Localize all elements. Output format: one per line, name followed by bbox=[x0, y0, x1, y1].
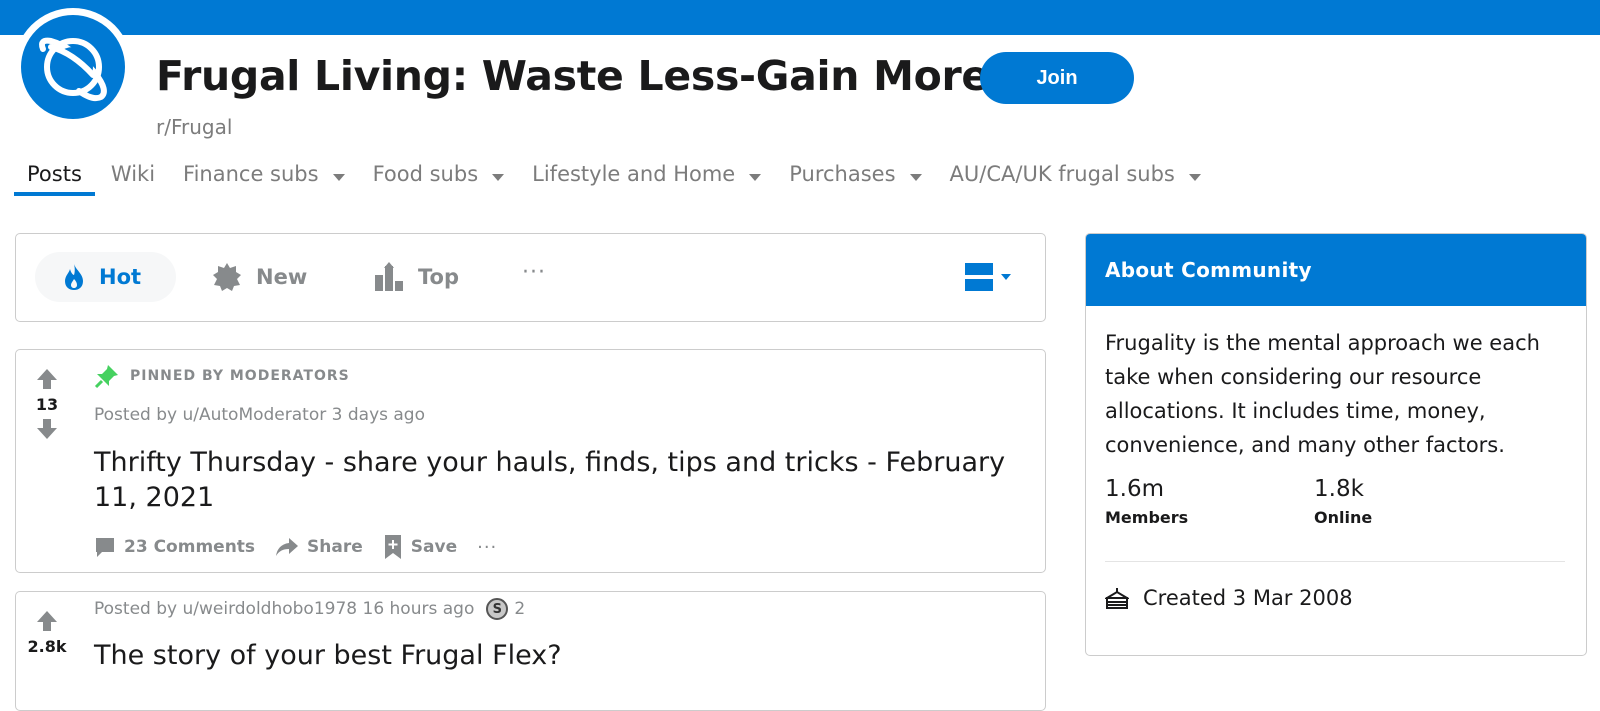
share-button[interactable]: Share bbox=[275, 536, 363, 558]
vote-count: 2.8k bbox=[27, 637, 67, 656]
subreddit-name: r/Frugal bbox=[156, 115, 233, 139]
share-icon bbox=[276, 538, 299, 556]
created-label: Created 3 Mar 2008 bbox=[1143, 586, 1353, 610]
chevron-down-icon bbox=[332, 174, 345, 181]
comments-button[interactable]: 23 Comments bbox=[94, 536, 255, 558]
upvote-icon[interactable] bbox=[36, 368, 58, 390]
bookmark-icon bbox=[384, 535, 401, 559]
tab-food-subs[interactable]: Food subs bbox=[359, 158, 519, 196]
online-label: Online bbox=[1314, 508, 1373, 527]
sort-new-button[interactable]: New bbox=[212, 252, 307, 302]
created-date: Created 3 Mar 2008 bbox=[1105, 586, 1353, 610]
sort-hot-label: Hot bbox=[99, 265, 142, 289]
flame-icon bbox=[65, 264, 83, 290]
tab-label: AU/CA/UK frugal subs bbox=[949, 162, 1175, 186]
post-actions: 23 Comments Share Save ··· bbox=[94, 534, 497, 560]
tab-label: Food subs bbox=[372, 162, 479, 186]
view-layout-button[interactable] bbox=[965, 263, 1011, 291]
sort-new-label: New bbox=[256, 265, 308, 289]
cake-icon bbox=[1105, 588, 1129, 609]
tab-label: Purchases bbox=[789, 162, 896, 186]
tab-purchases[interactable]: Purchases bbox=[775, 158, 935, 196]
vote-count: 13 bbox=[35, 395, 59, 414]
online-stat: 1.8k Online bbox=[1314, 476, 1372, 527]
post-title[interactable]: Thrifty Thursday - share your hauls, fin… bbox=[94, 445, 1014, 515]
chevron-down-icon bbox=[749, 174, 762, 181]
pinned-indicator: PINNED BY MODERATORS bbox=[94, 363, 350, 389]
tab-lifestyle-and-home[interactable]: Lifestyle and Home bbox=[518, 158, 775, 196]
about-header: About Community bbox=[1086, 234, 1586, 306]
silver-award-icon: S bbox=[486, 598, 509, 620]
page-title: Frugal Living: Waste Less-Gain More! bbox=[156, 52, 1008, 100]
join-button[interactable]: Join bbox=[980, 52, 1134, 104]
members-count: 1.6m bbox=[1105, 476, 1164, 502]
downvote-icon[interactable] bbox=[36, 418, 58, 440]
sort-hot-button[interactable]: Hot bbox=[35, 252, 176, 302]
divider bbox=[1105, 561, 1565, 562]
subreddit-banner bbox=[0, 0, 1600, 35]
post-meta: Posted by u/weirdoldhobo1978 16 hours ag… bbox=[94, 598, 525, 620]
online-count: 1.8k bbox=[1314, 476, 1364, 502]
chevron-down-icon bbox=[1001, 274, 1011, 280]
about-community-widget: About Community Frugality is the mental … bbox=[1085, 233, 1587, 656]
posted-by[interactable]: Posted by u/weirdoldhobo1978 16 hours ag… bbox=[94, 599, 474, 619]
members-stat: 1.6m Members bbox=[1105, 476, 1188, 527]
more-options-icon[interactable]: ··· bbox=[477, 537, 497, 558]
chevron-down-icon bbox=[909, 174, 922, 181]
vote-column: 2.8k bbox=[16, 610, 78, 660]
tab-label: Wiki bbox=[110, 162, 156, 186]
tab-posts[interactable]: Posts bbox=[14, 158, 95, 196]
sort-bar: Hot New Top ··· bbox=[15, 233, 1046, 322]
save-label: Save bbox=[410, 537, 458, 557]
bar-chart-icon bbox=[375, 262, 403, 291]
subreddit-nav: Posts Wiki Finance subs Food subs Lifest… bbox=[14, 158, 1215, 198]
upvote-icon[interactable] bbox=[36, 610, 58, 632]
post-card[interactable]: 2.8k Posted by u/weirdoldhobo1978 16 hou… bbox=[15, 591, 1046, 711]
chevron-down-icon bbox=[1188, 174, 1201, 181]
award-badge[interactable]: S 2 bbox=[486, 598, 525, 620]
tab-frugal-subs-regional[interactable]: AU/CA/UK frugal subs bbox=[936, 158, 1215, 196]
tab-finance-subs[interactable]: Finance subs bbox=[169, 158, 359, 196]
pin-icon bbox=[94, 365, 118, 389]
comment-icon bbox=[96, 538, 114, 557]
more-options-icon[interactable]: ··· bbox=[522, 260, 546, 285]
share-label: Share bbox=[307, 537, 363, 557]
post-meta[interactable]: Posted by u/AutoModerator 3 days ago bbox=[94, 405, 425, 425]
tab-label: Posts bbox=[27, 162, 82, 186]
planet-icon bbox=[21, 15, 125, 119]
members-label: Members bbox=[1105, 508, 1189, 527]
chevron-down-icon bbox=[492, 174, 505, 181]
community-description: Frugality is the mental approach we each… bbox=[1105, 331, 1540, 457]
post-card[interactable]: 13 PINNED BY MODERATORS Posted by u/Auto… bbox=[15, 349, 1046, 573]
vote-column: 13 bbox=[16, 368, 78, 440]
subreddit-avatar bbox=[14, 8, 132, 126]
post-title[interactable]: The story of your best Frugal Flex? bbox=[94, 638, 1014, 673]
sort-top-button[interactable]: Top bbox=[374, 252, 459, 302]
tab-label: Lifestyle and Home bbox=[532, 162, 736, 186]
card-layout-icon bbox=[965, 263, 993, 291]
burst-icon bbox=[213, 263, 241, 291]
comments-label: 23 Comments bbox=[124, 537, 256, 557]
pinned-label: PINNED BY MODERATORS bbox=[130, 368, 350, 384]
sort-top-label: Top bbox=[418, 265, 459, 289]
tab-wiki[interactable]: Wiki bbox=[97, 158, 169, 196]
award-count: 2 bbox=[514, 599, 526, 619]
tab-label: Finance subs bbox=[183, 162, 319, 186]
save-button[interactable]: Save bbox=[383, 534, 457, 560]
